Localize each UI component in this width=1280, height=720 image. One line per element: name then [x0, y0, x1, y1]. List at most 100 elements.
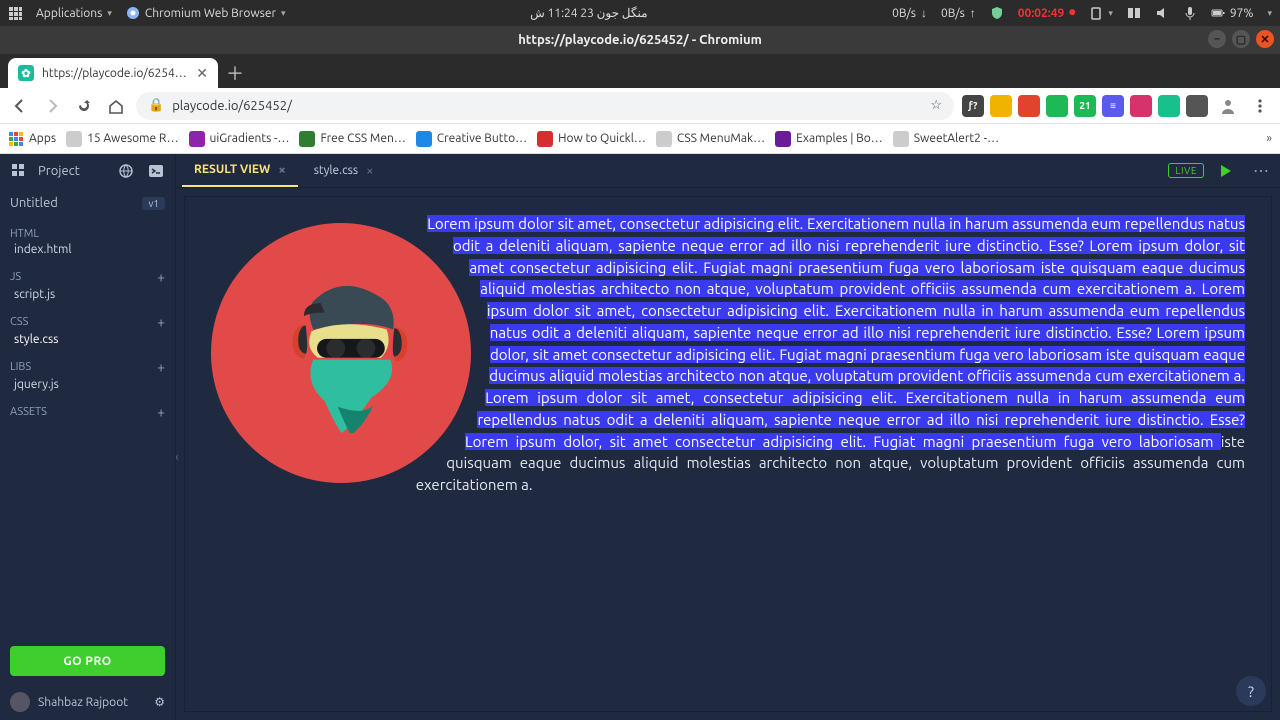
- workspace-icon[interactable]: [1127, 6, 1141, 20]
- bookmark-item[interactable]: uiGradients -…: [189, 131, 290, 147]
- bookmark-item[interactable]: Creative Butto…: [416, 131, 527, 147]
- window-close[interactable]: ✕: [1256, 30, 1274, 48]
- bookmark-item[interactable]: Examples | Bo…: [775, 131, 883, 147]
- add-lib-button[interactable]: +: [157, 359, 165, 375]
- bookmark-item[interactable]: How to Quickl…: [537, 131, 646, 147]
- shield-icon[interactable]: [990, 6, 1004, 20]
- activities-button[interactable]: [8, 6, 22, 20]
- profile-avatar[interactable]: [1216, 94, 1240, 118]
- extension-button[interactable]: [1130, 95, 1152, 117]
- nav-home[interactable]: [104, 94, 128, 118]
- battery-indicator[interactable]: 97%: [1211, 6, 1254, 20]
- run-button[interactable]: [1212, 158, 1238, 184]
- bookmark-favicon: [416, 131, 432, 147]
- bookmark-favicon: [775, 131, 791, 147]
- bookmark-item[interactable]: CSS MenuMak…: [656, 131, 765, 147]
- arrow-down-icon: ↓: [921, 6, 927, 20]
- resize-handle[interactable]: ‹: [172, 437, 182, 477]
- mic-icon[interactable]: [1183, 6, 1197, 20]
- nav-reload[interactable]: [72, 94, 96, 118]
- add-asset-button[interactable]: +: [157, 404, 165, 420]
- username: Shahbaz Rajpoot: [38, 696, 146, 709]
- applications-menu[interactable]: Applications ▾: [36, 7, 112, 20]
- go-pro-button[interactable]: GO PRO: [10, 646, 165, 676]
- tab-style-css[interactable]: style.css ×: [302, 154, 386, 187]
- extension-button[interactable]: ≡: [1102, 95, 1124, 117]
- bookmark-item[interactable]: SweetAlert2 -…: [893, 131, 999, 147]
- window-minimize[interactable]: –: [1208, 30, 1226, 48]
- sidebar-menu-button[interactable]: [8, 160, 30, 182]
- extension-button[interactable]: 21: [1074, 95, 1096, 117]
- file-index-html[interactable]: index.html: [0, 240, 175, 259]
- system-panel: Applications ▾ Chromium Web Browser ▾ من…: [0, 0, 1280, 26]
- bookmark-favicon: [537, 131, 553, 147]
- tab-favicon: ✿: [18, 65, 34, 81]
- help-button[interactable]: ?: [1236, 676, 1266, 706]
- extension-button[interactable]: [1158, 95, 1180, 117]
- user-row[interactable]: Shahbaz Rajpoot ⚙: [0, 684, 175, 720]
- file-style-css[interactable]: style.css: [0, 330, 175, 349]
- nav-forward[interactable]: [40, 94, 64, 118]
- bookmark-item[interactable]: 15 Awesome R…: [66, 131, 178, 147]
- nav-back[interactable]: [8, 94, 32, 118]
- arrow-up-icon: ↑: [970, 6, 976, 20]
- result-content[interactable]: Lorem ipsum dolor sit amet, consectetur …: [185, 197, 1271, 512]
- project-menu[interactable]: Project: [38, 164, 107, 178]
- extension-button[interactable]: [1046, 95, 1068, 117]
- bookmark-favicon: [299, 131, 315, 147]
- editor-sidebar: Project Untitled v1 HTML index.html JS+ …: [0, 154, 176, 720]
- url-text: playcode.io/625452/: [172, 99, 922, 113]
- new-tab-button[interactable]: ＋: [222, 60, 248, 86]
- close-tab-icon[interactable]: ×: [366, 164, 373, 178]
- clipboard-icon[interactable]: ▾: [1089, 6, 1113, 20]
- power-icon[interactable]: ▾: [1267, 8, 1272, 19]
- file-jquery-js[interactable]: jquery.js: [0, 375, 175, 394]
- clock[interactable]: منگل جون 23 11:24 ش: [530, 6, 647, 20]
- section-html: HTML: [0, 224, 175, 240]
- browser-menu[interactable]: Chromium Web Browser ▾: [126, 6, 286, 20]
- tab-strip: ✿ https://playcode.io/6254… ✕ ＋: [0, 54, 1280, 88]
- globe-icon: [118, 163, 134, 179]
- share-button[interactable]: [115, 160, 137, 182]
- star-icon[interactable]: ☆: [930, 98, 942, 113]
- extension-button[interactable]: [1018, 95, 1040, 117]
- chromium-icon: [126, 6, 140, 20]
- playcode-editor: Project Untitled v1 HTML index.html JS+ …: [0, 154, 1280, 720]
- volume-icon[interactable]: [1155, 6, 1169, 20]
- tab-result-view[interactable]: RESULT VIEW ×: [182, 154, 298, 187]
- net-down[interactable]: 0B/s ↓: [892, 6, 927, 20]
- editor-tabs: RESULT VIEW × style.css × LIVE ⋯: [176, 154, 1280, 188]
- address-bar[interactable]: 🔒 playcode.io/625452/ ☆: [136, 92, 954, 120]
- terminal-icon: [148, 163, 164, 179]
- add-css-button[interactable]: +: [157, 314, 165, 330]
- bookmarks-bar: Apps 15 Awesome R… uiGradients -… Free CSS…: [0, 124, 1280, 154]
- window-maximize[interactable]: ▢: [1232, 30, 1250, 48]
- open-console-button[interactable]: [145, 160, 167, 182]
- apps-icon: [8, 131, 24, 147]
- bookmark-apps[interactable]: Apps: [8, 131, 56, 147]
- live-indicator[interactable]: LIVE: [1168, 163, 1204, 178]
- bookmark-label: uiGradients -…: [210, 132, 290, 145]
- file-script-js[interactable]: script.js: [0, 285, 175, 304]
- bookmarks-overflow[interactable]: »: [1266, 132, 1272, 145]
- window-titlebar[interactable]: https://playcode.io/625452/ - Chromium –…: [0, 26, 1280, 54]
- browser-menu-button[interactable]: [1248, 94, 1272, 118]
- gear-icon[interactable]: ⚙: [154, 695, 165, 709]
- section-js: JS+: [0, 265, 175, 285]
- more-button[interactable]: ⋯: [1248, 158, 1274, 184]
- result-pane[interactable]: Lorem ipsum dolor sit amet, consectetur …: [184, 196, 1272, 712]
- bookmark-item[interactable]: Free CSS Men…: [299, 131, 405, 147]
- extension-button[interactable]: ƒ?: [962, 95, 984, 117]
- browser-tab[interactable]: ✿ https://playcode.io/6254… ✕: [8, 58, 218, 88]
- bookmark-label: Creative Butto…: [437, 132, 527, 145]
- extension-button[interactable]: [1186, 95, 1208, 117]
- avatar-illustration: [211, 223, 471, 483]
- extension-button[interactable]: [990, 95, 1012, 117]
- net-up[interactable]: 0B/s ↑: [941, 6, 976, 20]
- close-tab-icon[interactable]: ✕: [196, 65, 208, 82]
- add-js-button[interactable]: +: [157, 269, 165, 285]
- project-title-row[interactable]: Untitled v1: [0, 188, 175, 218]
- close-tab-icon[interactable]: ×: [278, 163, 285, 177]
- screen-recorder[interactable]: 00:02:49 ⏺: [1018, 6, 1076, 20]
- bookmark-label: Examples | Bo…: [796, 132, 883, 145]
